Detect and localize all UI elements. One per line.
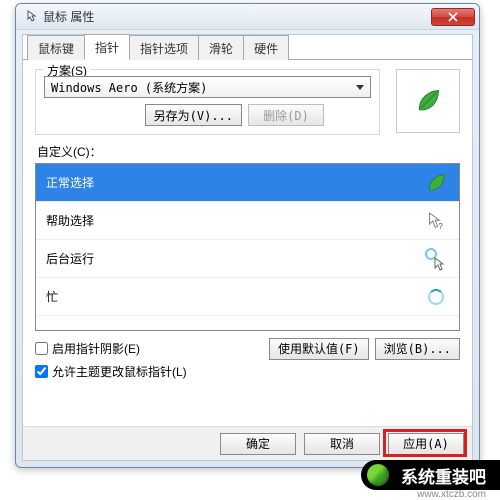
watermark: 系统重装吧 xyxy=(361,460,500,490)
shadow-check-input[interactable] xyxy=(35,342,48,355)
cursor-name: 帮助选择 xyxy=(46,212,94,229)
browse-button[interactable]: 浏览(B)... xyxy=(375,338,460,360)
tab-pointer-options[interactable]: 指针选项 xyxy=(129,35,199,60)
theme-check-label: 允许主题更改鼠标指针(L) xyxy=(52,363,187,380)
titlebar[interactable]: 鼠标 属性 xyxy=(16,4,479,30)
use-defaults-button[interactable]: 使用默认值(F) xyxy=(269,338,369,360)
cancel-button[interactable]: 取消 xyxy=(304,433,380,455)
tab-page-pointers: 方案(S) Windows Aero (系统方案) 另存为(V)... 删除(D… xyxy=(27,63,468,426)
list-item[interactable]: 后台运行 xyxy=(36,240,459,278)
tab-hardware[interactable]: 硬件 xyxy=(243,35,289,60)
leaf-icon xyxy=(423,170,449,196)
customize-label: 自定义(C)： xyxy=(37,143,460,160)
client-area: 鼠标键 指针 指针选项 滑轮 硬件 方案(S) Windows Aero (系统… xyxy=(22,34,473,461)
watermark-url: www.xtczb.com xyxy=(417,489,486,500)
list-item-partial[interactable] xyxy=(36,316,459,331)
tab-pointers[interactable]: 指针 xyxy=(84,34,130,60)
dialog-window: 鼠标 属性 鼠标键 指针 指针选项 滑轮 硬件 方案(S) Windows Ae… xyxy=(15,3,480,468)
cursor-name: 后台运行 xyxy=(46,250,94,267)
close-icon xyxy=(448,12,458,22)
cursor-name: 正常选择 xyxy=(46,174,94,191)
save-as-button[interactable]: 另存为(V)... xyxy=(145,104,242,126)
cursor-listbox[interactable]: 正常选择 帮助选择 ? 后台运行 xyxy=(35,163,460,331)
list-item[interactable]: 正常选择 xyxy=(36,164,459,202)
busy-cursor-icon xyxy=(423,284,449,310)
close-button[interactable] xyxy=(431,8,475,26)
svg-text:?: ? xyxy=(438,222,443,231)
delete-scheme-button: 删除(D) xyxy=(248,104,324,126)
tab-wheel[interactable]: 滑轮 xyxy=(198,35,244,60)
ok-button[interactable]: 确定 xyxy=(220,433,296,455)
apply-button[interactable]: 应用(A) xyxy=(388,433,464,455)
tabstrip: 鼠标键 指针 指针选项 滑轮 硬件 xyxy=(23,35,472,60)
cursor-preview xyxy=(396,69,460,133)
leaf-icon xyxy=(414,87,442,115)
cursor-name: 忙 xyxy=(46,288,58,305)
working-cursor-icon xyxy=(423,246,449,272)
help-cursor-icon: ? xyxy=(423,208,449,234)
allow-theme-checkbox[interactable]: 允许主题更改鼠标指针(L) xyxy=(35,363,460,380)
theme-check-input[interactable] xyxy=(35,365,48,378)
enable-shadow-checkbox[interactable]: 启用指针阴影(E) xyxy=(35,340,140,357)
shadow-check-label: 启用指针阴影(E) xyxy=(52,340,140,357)
window-title: 鼠标 属性 xyxy=(43,8,431,25)
scheme-group: 方案(S) Windows Aero (系统方案) 另存为(V)... 删除(D… xyxy=(35,69,380,135)
watermark-text: 系统重装吧 xyxy=(401,463,486,488)
list-item[interactable]: 忙 xyxy=(36,278,459,316)
scheme-selected-value: Windows Aero (系统方案) xyxy=(51,79,207,96)
dialog-footer: 确定 取消 应用(A) xyxy=(23,426,472,460)
tab-buttons[interactable]: 鼠标键 xyxy=(27,35,85,60)
watermark-logo-icon xyxy=(367,464,389,486)
scheme-combobox[interactable]: Windows Aero (系统方案) xyxy=(44,76,371,98)
mouse-icon xyxy=(22,9,38,25)
list-item[interactable]: 帮助选择 ? xyxy=(36,202,459,240)
